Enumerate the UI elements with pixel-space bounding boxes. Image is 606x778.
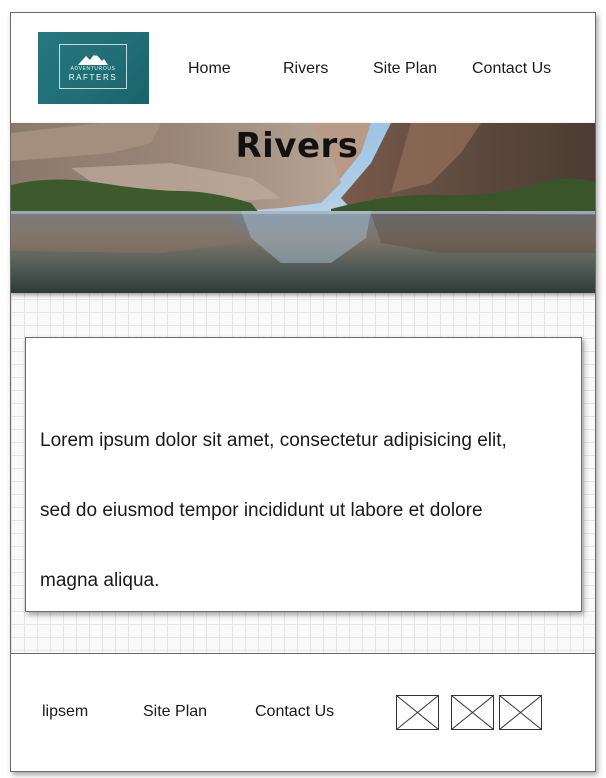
nav-item-home[interactable]: Home xyxy=(188,60,231,78)
body-text-line: sed do eiusmod tempor incididunt ut labo… xyxy=(40,500,483,521)
image-placeholder-icon[interactable] xyxy=(396,695,439,730)
hero-banner: Rivers xyxy=(11,123,595,293)
footer-link-contact-us[interactable]: Contact Us xyxy=(255,703,334,721)
site-logo[interactable]: ADVENTUROUS RAFTERS xyxy=(38,32,149,104)
footer-link-lipsem[interactable]: lipsem xyxy=(42,703,88,721)
footer-link-site-plan[interactable]: Site Plan xyxy=(143,703,207,721)
mountain-icon xyxy=(78,52,108,65)
body-text-line: Lorem ipsum dolor sit amet, consectetur … xyxy=(40,430,507,451)
logo-wordmark: RAFTERS xyxy=(68,72,118,82)
image-placeholder-icon[interactable] xyxy=(451,695,494,730)
image-placeholder-icon[interactable] xyxy=(499,695,542,730)
body-text-line: magna aliqua. xyxy=(40,570,160,591)
nav-item-rivers[interactable]: Rivers xyxy=(283,60,328,78)
nav-item-contact-us[interactable]: Contact Us xyxy=(472,60,551,78)
body-text: Lorem ipsum dolor sit amet, consectetur … xyxy=(40,406,570,616)
page-frame: ADVENTUROUS RAFTERS Home Rivers Site Pla… xyxy=(10,12,596,772)
content-card: Lorem ipsum dolor sit amet, consectetur … xyxy=(25,337,582,612)
site-footer: lipsem Site Plan Contact Us xyxy=(11,653,595,771)
hero-title: Rivers xyxy=(235,126,359,166)
nav-item-site-plan[interactable]: Site Plan xyxy=(373,60,437,78)
logo-tagline: ADVENTUROUS xyxy=(70,65,116,72)
logo-badge: ADVENTUROUS RAFTERS xyxy=(59,44,127,89)
site-header: ADVENTUROUS RAFTERS Home Rivers Site Pla… xyxy=(11,13,595,123)
